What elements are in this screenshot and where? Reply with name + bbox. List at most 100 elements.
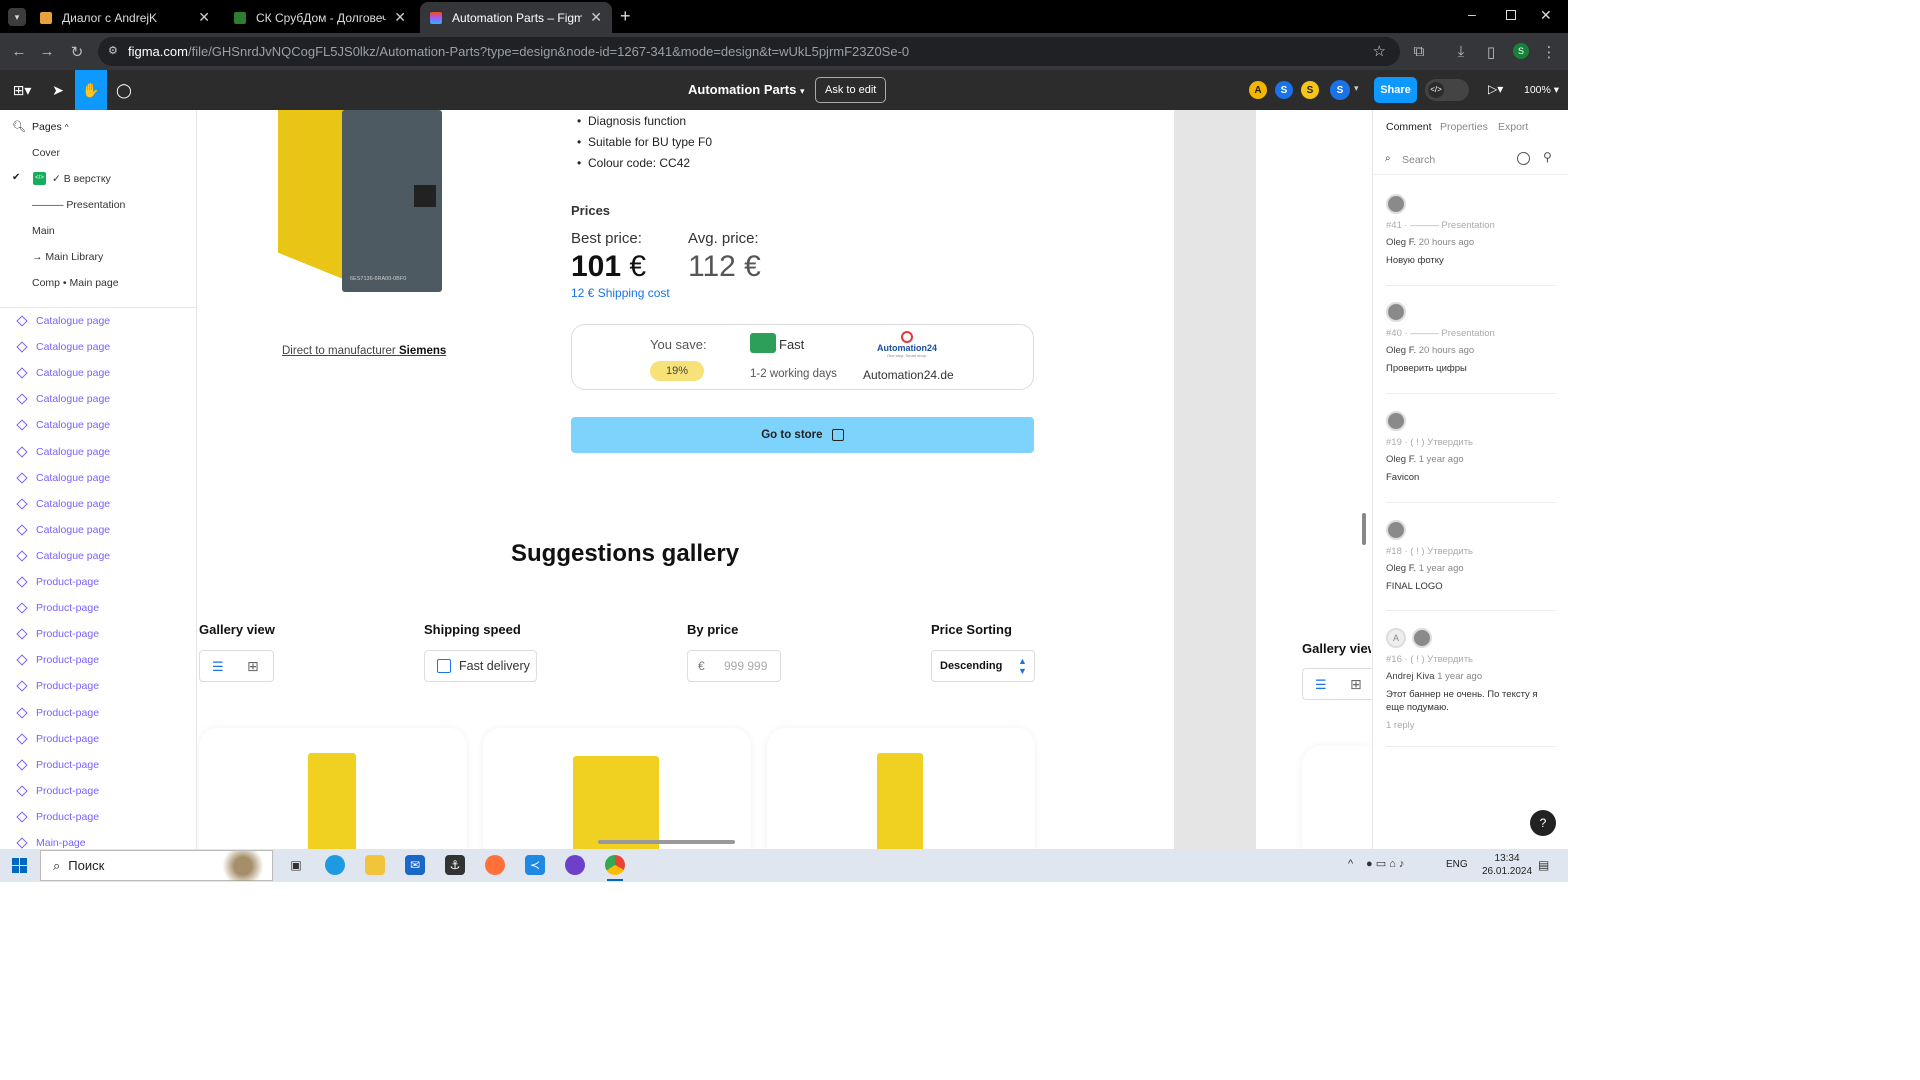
page-item[interactable]: Cover [32,147,60,159]
layer-item[interactable]: Catalogue page [16,315,110,327]
manufacturer-link[interactable]: Direct to manufacturer Siemens [282,345,446,357]
page-item[interactable]: ——— Presentation [32,199,125,211]
list-view-icon[interactable]: ☰ [1315,677,1327,693]
layer-item[interactable]: Product-page [16,785,99,797]
minimize-icon[interactable]: – [1468,6,1476,22]
grid-view-icon[interactable]: ⊞ [247,658,259,675]
collaborator-avatar[interactable]: S [1301,81,1319,99]
close-tab-icon[interactable]: ✕ [394,9,406,26]
ask-to-edit-button[interactable]: Ask to edit [815,77,887,103]
app-icon[interactable]: ⚓ [445,855,465,875]
layer-item[interactable]: Catalogue page [16,498,110,510]
layer-item[interactable]: Catalogue page [16,472,110,484]
product-card[interactable] [1302,746,1371,849]
vscode-icon[interactable]: ≺ [525,855,545,875]
layer-item[interactable]: Product-page [16,680,99,692]
layer-item[interactable]: Product-page [16,576,99,588]
grid-view-icon[interactable]: ⊞ [1350,676,1362,693]
close-tab-icon[interactable]: ✕ [590,9,602,26]
github-desktop-icon[interactable] [565,855,585,875]
filter-icon[interactable] [1517,152,1530,165]
page-item-active[interactable]: ✓ В верстку [52,173,111,185]
firefox-icon[interactable] [485,855,505,875]
comment-tool-icon[interactable]: ◯ [108,70,140,110]
product-card[interactable] [767,728,1035,849]
figma-canvas[interactable]: 6ES7136-6RA00-0BF0 Direct to manufacture… [198,110,1371,849]
page-item[interactable]: Main [32,225,55,237]
product-page-frame[interactable]: 6ES7136-6RA00-0BF0 Direct to manufacture… [198,110,1174,849]
pages-divider[interactable] [0,307,196,308]
fast-delivery-checkbox[interactable]: Fast delivery [424,650,537,682]
shipping-cost[interactable]: 12 € Shipping cost [571,286,670,300]
layer-item[interactable]: Catalogue page [16,393,110,405]
mail-icon[interactable]: ✉ [405,855,425,875]
layer-item[interactable]: Catalogue page [16,446,110,458]
restore-icon[interactable] [1506,10,1516,20]
layer-item[interactable]: Product-page [16,811,99,823]
file-title[interactable]: Automation Parts ▾ [688,70,805,110]
browser-tab-2[interactable]: СК СрубДом - Долговечные д ✕ [224,2,416,33]
sidepanel-icon[interactable]: ▯ [1476,33,1506,70]
search-icon[interactable]: 🔍︎ [12,120,26,133]
reply-count[interactable]: 1 reply [1386,720,1556,731]
file-explorer-icon[interactable] [365,855,385,875]
reload-icon[interactable]: ↻ [62,33,92,70]
address-bar[interactable]: ⚙ figma.com/file/GHSnrdJvNQCogFL5JS0lkz/… [98,37,1400,66]
comment-search-input[interactable]: Search [1402,154,1435,166]
new-tab-icon[interactable]: + [620,6,631,27]
notifications-icon[interactable]: ▤ [1538,858,1549,872]
chevron-down-icon[interactable]: ▾ [1354,83,1359,94]
browser-tab-1[interactable]: Диалог с AndrejK ✕ [30,2,220,33]
page-item[interactable]: Comp • Main page [32,277,119,289]
forward-icon[interactable]: → [32,33,62,70]
back-icon[interactable]: ← [4,33,34,70]
pages-header[interactable]: Pages ^ [32,121,68,133]
comment-item[interactable]: #40 · ——— Presentation Oleg F. 20 hours … [1386,302,1556,375]
language-indicator[interactable]: ENG [1446,859,1468,870]
tab-comment[interactable]: Comment [1386,121,1432,133]
zoom-level[interactable]: 100% ▾ [1524,84,1559,96]
clock[interactable]: 13:34 26.01.2024 [1482,852,1532,878]
edge-icon[interactable] [325,855,345,875]
layer-item[interactable]: Product-page [16,707,99,719]
move-tool-icon[interactable]: ➤ [42,70,74,110]
tab-list-icon[interactable]: ▾ [8,8,26,26]
close-tab-icon[interactable]: ✕ [198,9,210,26]
collaborator-avatar[interactable]: A [1249,81,1267,99]
go-to-store-button[interactable]: Go to store [571,417,1034,453]
share-button[interactable]: Share [1374,77,1417,103]
layer-item[interactable]: Product-page [16,602,99,614]
comment-item[interactable]: A #16 · ( ! ) Утвердить Andrej Kiva 1 ye… [1386,628,1556,731]
layer-item[interactable]: Catalogue page [16,524,110,536]
price-input[interactable]: € 999 999 [687,650,781,682]
product-card[interactable] [199,728,467,849]
close-window-icon[interactable]: ✕ [1540,7,1552,24]
figma-menu-icon[interactable]: ⊞▾ [4,70,40,110]
product-card[interactable] [483,728,751,849]
layer-item[interactable]: Catalogue page [16,367,110,379]
browser-tab-3[interactable]: Automation Parts – Figma ✕ [420,2,612,33]
tab-properties[interactable]: Properties [1440,121,1488,133]
hand-tool-icon[interactable]: ✋ [75,70,107,110]
layer-item[interactable]: Product-page [16,654,99,666]
layer-item[interactable]: Catalogue page [16,550,110,562]
task-view-icon[interactable]: ▣ [286,855,306,875]
tray-chevron-icon[interactable]: ^ [1348,858,1353,870]
layer-item[interactable]: Catalogue page [16,419,110,431]
comment-item[interactable]: #41 · ——— Presentation Oleg F. 20 hours … [1386,194,1556,267]
comment-item[interactable]: #19 · ( ! ) Утвердить Oleg F. 1 year ago… [1386,411,1556,484]
extensions-icon[interactable]: ⧉ [1404,33,1434,70]
browser-menu-icon[interactable]: ⋮ [1534,33,1564,70]
layer-item[interactable]: Product-page [16,759,99,771]
layer-item[interactable]: Product-page [16,733,99,745]
layer-item[interactable]: Catalogue page [16,341,110,353]
collaborator-avatar[interactable]: S [1275,81,1293,99]
page-item[interactable]: → Main Library [32,251,103,263]
sort-select[interactable]: Descending ▲ ▼ [931,650,1035,682]
chrome-icon[interactable] [605,855,625,875]
tab-export[interactable]: Export [1498,121,1528,133]
own-avatar[interactable]: S [1330,80,1350,100]
dev-mode-toggle[interactable]: </> [1425,79,1469,101]
layer-item[interactable]: Main-page [16,837,86,849]
settings-icon[interactable]: ⚲ [1543,150,1552,164]
